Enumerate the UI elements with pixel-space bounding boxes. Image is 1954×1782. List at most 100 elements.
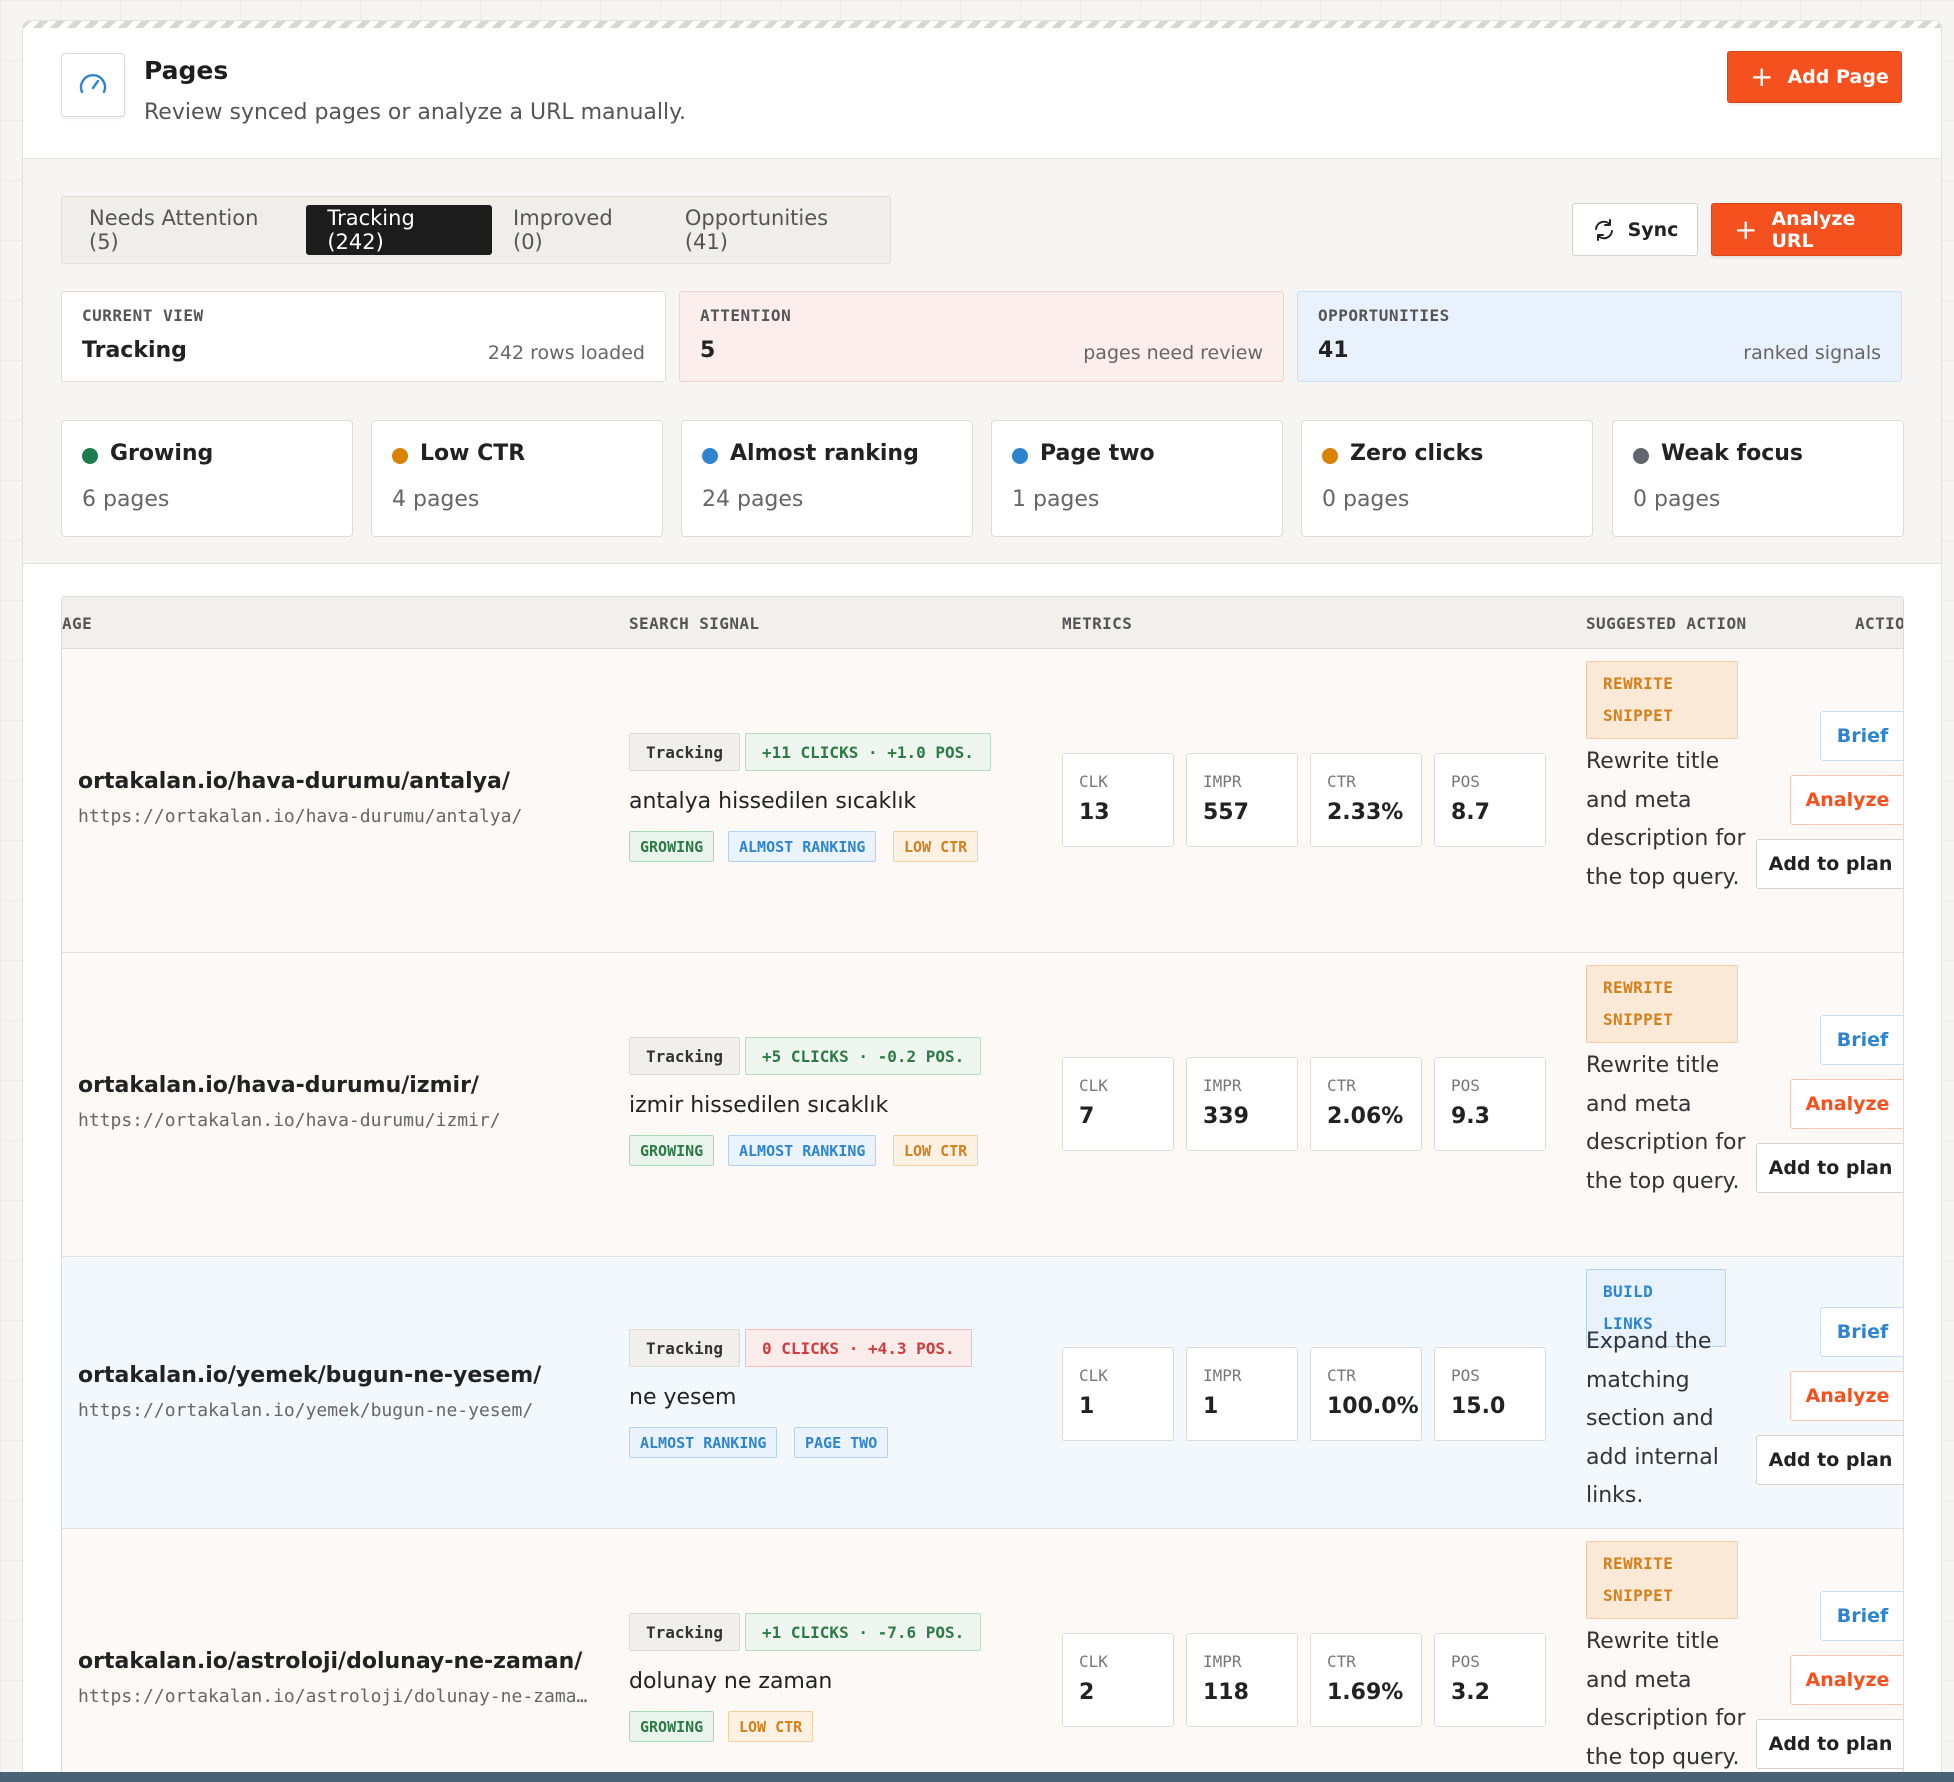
- metric-ctr: CTR 2.33%: [1310, 753, 1422, 847]
- attention-label: ATTENTION: [700, 306, 792, 325]
- signal-tag: ALMOST RANKING: [728, 1135, 877, 1166]
- attention-note: pages need review: [1083, 342, 1263, 364]
- tab-improved[interactable]: Improved (0): [492, 205, 664, 255]
- add-to-plan-button[interactable]: Add to plan: [1756, 1143, 1903, 1193]
- signal-count: 1 pages: [1012, 487, 1100, 512]
- add-to-plan-button[interactable]: Add to plan: [1756, 1719, 1903, 1769]
- metric-label: CLK: [1079, 772, 1108, 791]
- table-row: ortakalan.io/hava-durumu/izmir/https://o…: [62, 953, 1903, 1257]
- col-header-suggested-action: SUGGESTED ACTION: [1586, 614, 1747, 633]
- top-stripe: [23, 21, 1941, 28]
- metric-impr: IMPR 118: [1186, 1633, 1298, 1727]
- page-url: https://ortakalan.io/hava-durumu/antalya…: [78, 806, 523, 827]
- analyze-button[interactable]: Analyze: [1790, 1371, 1903, 1421]
- signal-tag: GROWING: [629, 1135, 715, 1166]
- signal-tag: ALMOST RANKING: [728, 831, 877, 862]
- col-header-search-signal: SEARCH SIGNAL: [629, 614, 760, 633]
- page-link[interactable]: ortakalan.io/astroloji/dolunay-ne-zaman/: [78, 1649, 582, 1674]
- metric-pos: POS 8.7: [1434, 753, 1546, 847]
- metric-value: 2.06%: [1327, 1104, 1404, 1129]
- current-view-label: CURRENT VIEW: [82, 306, 204, 325]
- signal-tag: LOW CTR: [728, 1711, 814, 1742]
- signal-card-weak-focus[interactable]: Weak focus 0 pages: [1612, 420, 1904, 537]
- page-url: https://ortakalan.io/yemek/bugun-ne-yese…: [78, 1400, 534, 1421]
- tab-opportunities[interactable]: Opportunities (41): [664, 205, 890, 255]
- status-dot-icon: [1322, 448, 1338, 464]
- metric-value: 557: [1203, 800, 1249, 825]
- metric-value: 2.33%: [1327, 800, 1404, 825]
- metric-label: POS: [1451, 1076, 1480, 1095]
- suggested-action-text: Expand the matching section and add inte…: [1586, 1329, 1719, 1508]
- metric-value: 118: [1203, 1680, 1249, 1705]
- metric-clk: CLK 7: [1062, 1057, 1174, 1151]
- metric-impr: IMPR 1: [1186, 1347, 1298, 1441]
- signal-card-growing[interactable]: Growing 6 pages: [61, 420, 353, 537]
- sync-button[interactable]: Sync: [1572, 203, 1698, 256]
- metric-ctr: CTR 100.0%: [1310, 1347, 1422, 1441]
- signal-name: Zero clicks: [1350, 441, 1484, 466]
- signal-card-low-ctr[interactable]: Low CTR 4 pages: [371, 420, 663, 537]
- signal-count: 6 pages: [82, 487, 170, 512]
- status-badge: Tracking: [629, 1613, 741, 1651]
- signal-card-almost-ranking[interactable]: Almost ranking 24 pages: [681, 420, 973, 537]
- analyze-button[interactable]: Analyze: [1790, 1655, 1903, 1705]
- add-page-label: Add Page: [1787, 66, 1889, 88]
- suggested-action-text: Rewrite title and meta description for t…: [1586, 1053, 1746, 1194]
- delta-badge: +11 CLICKS · +1.0 POS.: [745, 733, 991, 771]
- plus-icon: +: [1750, 60, 1774, 93]
- signal-tag: LOW CTR: [893, 1135, 979, 1166]
- signal-tag: ALMOST RANKING: [629, 1427, 778, 1458]
- tab-needs-attention[interactable]: Needs Attention (5): [68, 205, 306, 255]
- signal-tag: GROWING: [629, 1711, 715, 1742]
- tab-tracking[interactable]: Tracking (242): [306, 205, 492, 255]
- signal-name: Page two: [1040, 441, 1155, 466]
- status-dot-icon: [1012, 448, 1028, 464]
- brief-button[interactable]: Brief: [1820, 1591, 1903, 1641]
- analyze-button[interactable]: Analyze: [1790, 1079, 1903, 1129]
- analyze-url-label: Analyze URL: [1771, 207, 1856, 252]
- col-header-metrics: METRICS: [1062, 614, 1133, 633]
- bottom-bar: [0, 1772, 1954, 1782]
- brief-button[interactable]: Brief: [1820, 1015, 1903, 1065]
- metric-pos: POS 9.3: [1434, 1057, 1546, 1151]
- brief-button[interactable]: Brief: [1820, 1307, 1903, 1357]
- metric-value: 1.69%: [1327, 1680, 1404, 1705]
- signal-count: 0 pages: [1322, 487, 1410, 512]
- suggested-action-text: Rewrite title and meta description for t…: [1586, 749, 1746, 890]
- metric-value: 7: [1079, 1104, 1095, 1129]
- metric-pos: POS 15.0: [1434, 1347, 1546, 1441]
- page-link[interactable]: ortakalan.io/hava-durumu/izmir/: [78, 1073, 479, 1098]
- suggested-action-badge: REWRITE SNIPPET: [1586, 661, 1738, 739]
- metric-impr: IMPR 557: [1186, 753, 1298, 847]
- col-header-actions: ACTIONS: [1855, 614, 1904, 633]
- status-dot-icon: [702, 448, 718, 464]
- analyze-button[interactable]: Analyze: [1790, 775, 1903, 825]
- metric-label: CTR: [1327, 772, 1356, 791]
- top-query: ne yesem: [629, 1385, 737, 1410]
- page-subtitle: Review synced pages or analyze a URL man…: [144, 100, 687, 125]
- page-header: Pages Review synced pages or analyze a U…: [23, 28, 1941, 159]
- add-to-plan-button[interactable]: Add to plan: [1756, 839, 1903, 889]
- signal-card-zero-clicks[interactable]: Zero clicks 0 pages: [1301, 420, 1593, 537]
- metric-value: 13: [1079, 800, 1110, 825]
- metric-value: 9.3: [1451, 1104, 1490, 1129]
- metric-label: POS: [1451, 1366, 1480, 1385]
- metric-label: POS: [1451, 772, 1480, 791]
- signal-name: Weak focus: [1661, 441, 1804, 466]
- signal-count: 0 pages: [1633, 487, 1721, 512]
- page-link[interactable]: ortakalan.io/hava-durumu/antalya/: [78, 769, 510, 794]
- brief-button[interactable]: Brief: [1820, 711, 1903, 761]
- add-to-plan-button[interactable]: Add to plan: [1756, 1435, 1903, 1485]
- page-link[interactable]: ortakalan.io/yemek/bugun-ne-yesem/: [78, 1363, 541, 1388]
- metric-label: IMPR: [1203, 772, 1242, 791]
- current-view-note: 242 rows loaded: [487, 342, 645, 364]
- analyze-url-button[interactable]: + Analyze URL: [1711, 203, 1902, 256]
- signal-count: 24 pages: [702, 487, 804, 512]
- opportunities-label: OPPORTUNITIES: [1318, 306, 1450, 325]
- status-badge: Tracking: [629, 1329, 741, 1367]
- page-url: https://ortakalan.io/hava-durumu/izmir/: [78, 1110, 501, 1131]
- add-page-button[interactable]: + Add Page: [1727, 51, 1902, 103]
- signal-card-page-two[interactable]: Page two 1 pages: [991, 420, 1283, 537]
- status-dot-icon: [392, 448, 408, 464]
- current-view-card: CURRENT VIEW Tracking 242 rows loaded: [61, 291, 666, 382]
